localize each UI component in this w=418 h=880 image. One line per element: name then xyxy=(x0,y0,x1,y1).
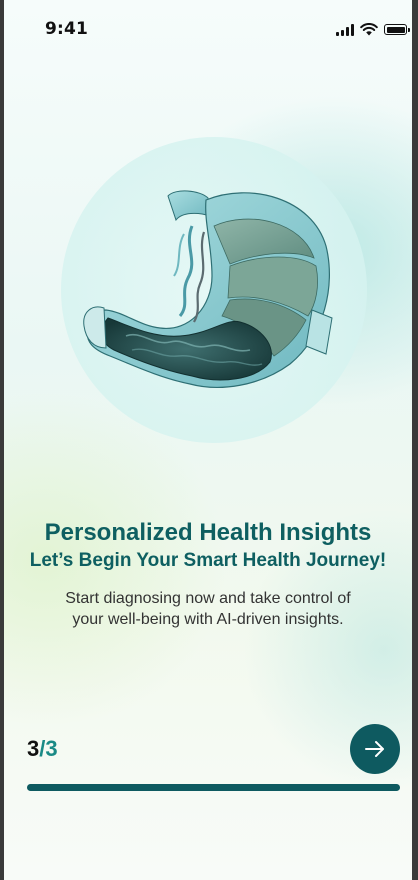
description-text: Start diagnosing now and take control of… xyxy=(34,588,382,630)
progress-fill xyxy=(27,784,400,791)
stomach-anatomy-illustration xyxy=(83,190,333,388)
page-current: 3 xyxy=(27,736,40,761)
description-line-1: Start diagnosing now and take control of xyxy=(65,590,351,607)
progress-bar xyxy=(27,784,400,791)
status-icons xyxy=(336,23,410,36)
next-button[interactable] xyxy=(350,724,400,774)
page-subtitle: Let’s Begin Your Smart Health Journey! xyxy=(29,550,387,571)
cellular-signal-icon xyxy=(336,23,354,36)
page-total: 3 xyxy=(45,736,58,761)
onboarding-screen: 9:41 Personalized Health Insights Let’s … xyxy=(4,0,412,880)
title-block: Personalized Health Insights Let’s Begin… xyxy=(4,518,412,574)
wifi-icon xyxy=(360,23,378,36)
arrow-right-icon xyxy=(365,741,384,757)
page-title: Personalized Health Insights xyxy=(44,519,372,546)
page-counter: 3/3 xyxy=(27,736,58,762)
status-bar: 9:41 xyxy=(4,0,412,56)
battery-icon xyxy=(384,24,410,35)
description-line-2: your well-being with AI-driven insights. xyxy=(72,611,344,628)
status-time: 9:41 xyxy=(45,19,89,39)
